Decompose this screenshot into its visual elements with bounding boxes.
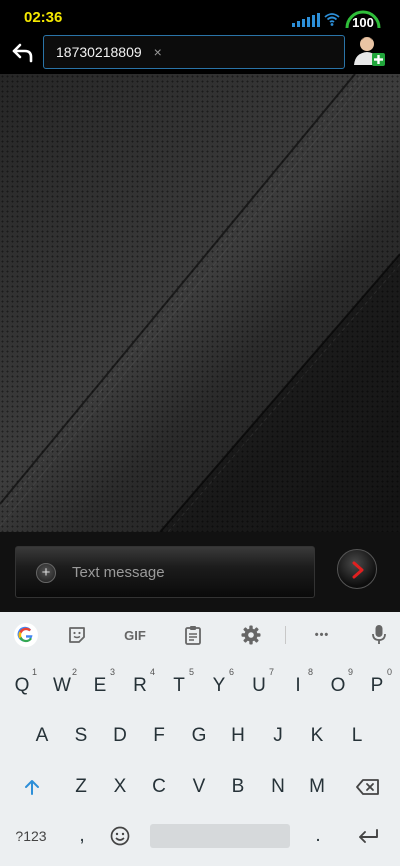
key-m[interactable]: M — [297, 767, 337, 807]
wifi-icon — [324, 13, 340, 26]
message-placeholder: Text message — [72, 564, 165, 581]
key-g[interactable]: G — [179, 716, 219, 756]
recipient-remove-button[interactable]: × — [154, 44, 162, 60]
backspace-key[interactable] — [346, 767, 390, 807]
key-w[interactable]: W2 — [42, 666, 82, 706]
enter-key[interactable] — [346, 816, 390, 856]
key-u[interactable]: U7 — [239, 666, 279, 706]
key-f[interactable]: F — [139, 716, 179, 756]
send-arrow-icon — [352, 561, 364, 579]
key-v[interactable]: V — [179, 767, 219, 807]
shift-key[interactable] — [10, 767, 54, 807]
key-row-1: Q1 W2 E3 R4 T5 Y6 U7 I8 O9 P0 — [0, 666, 400, 706]
attach-button[interactable]: + — [36, 563, 56, 583]
key-a[interactable]: A — [22, 716, 62, 756]
more-button[interactable]: ••• — [308, 621, 336, 649]
conversation-area — [0, 74, 400, 532]
back-button[interactable] — [10, 40, 36, 66]
backspace-icon — [356, 779, 379, 795]
status-icons: 100 — [292, 6, 382, 30]
key-row-2: A S D F G H J K L — [0, 716, 400, 756]
key-e[interactable]: E3 — [80, 666, 120, 706]
key-t[interactable]: T5 — [159, 666, 199, 706]
key-row-3: Z X C V B N M — [0, 767, 400, 807]
key-n[interactable]: N — [258, 767, 298, 807]
key-b[interactable]: B — [218, 767, 258, 807]
google-icon[interactable] — [12, 621, 40, 649]
key-o[interactable]: O9 — [318, 666, 358, 706]
message-composer: + Text message — [0, 532, 400, 612]
key-x[interactable]: X — [100, 767, 140, 807]
message-input[interactable]: + Text message — [15, 546, 315, 598]
recipient-input[interactable]: 18730218809 × — [43, 35, 345, 69]
battery-level: 100 — [352, 15, 374, 30]
emoji-icon — [110, 826, 130, 846]
key-l[interactable]: L — [337, 716, 377, 756]
send-button[interactable] — [337, 549, 377, 589]
mic-icon[interactable] — [365, 621, 393, 649]
comma-key[interactable]: , — [62, 816, 102, 856]
key-d[interactable]: D — [100, 716, 140, 756]
space-key[interactable] — [150, 824, 290, 848]
gear-icon[interactable] — [237, 621, 265, 649]
keyboard-toolbar: GIF ••• — [0, 612, 400, 658]
status-bar: 02:36 100 — [0, 0, 400, 34]
symbols-key[interactable]: ?123 — [8, 816, 54, 856]
key-r[interactable]: R4 — [120, 666, 160, 706]
status-time: 02:36 — [24, 9, 63, 26]
signal-bars-icon — [292, 11, 320, 27]
key-s[interactable]: S — [61, 716, 101, 756]
period-key[interactable]: . — [298, 816, 338, 856]
toolbar-divider — [285, 626, 286, 644]
key-c[interactable]: C — [139, 767, 179, 807]
shift-arrow-icon — [25, 780, 39, 795]
key-h[interactable]: H — [218, 716, 258, 756]
clipboard-icon[interactable] — [179, 621, 207, 649]
add-contact-icon[interactable] — [352, 33, 386, 69]
key-p[interactable]: P0 — [357, 666, 397, 706]
background-texture — [0, 74, 400, 532]
key-i[interactable]: I8 — [278, 666, 318, 706]
recipient-chip: 18730218809 — [56, 44, 142, 60]
back-arrow-icon — [12, 43, 33, 63]
emoji-key[interactable] — [100, 816, 140, 856]
key-q[interactable]: Q1 — [2, 666, 42, 706]
sticker-icon[interactable] — [63, 621, 91, 649]
battery-icon: 100 — [344, 6, 382, 30]
key-j[interactable]: J — [258, 716, 298, 756]
keyboard: GIF ••• Q 1 W 2 E 3 R 4 T 5 Y 6 U 7 I 8 … — [0, 612, 400, 866]
conversation-header: 18730218809 × — [0, 34, 400, 74]
key-y[interactable]: Y6 — [199, 666, 239, 706]
key-k[interactable]: K — [297, 716, 337, 756]
enter-icon — [359, 829, 378, 843]
gif-button[interactable]: GIF — [120, 621, 150, 649]
key-z[interactable]: Z — [61, 767, 101, 807]
